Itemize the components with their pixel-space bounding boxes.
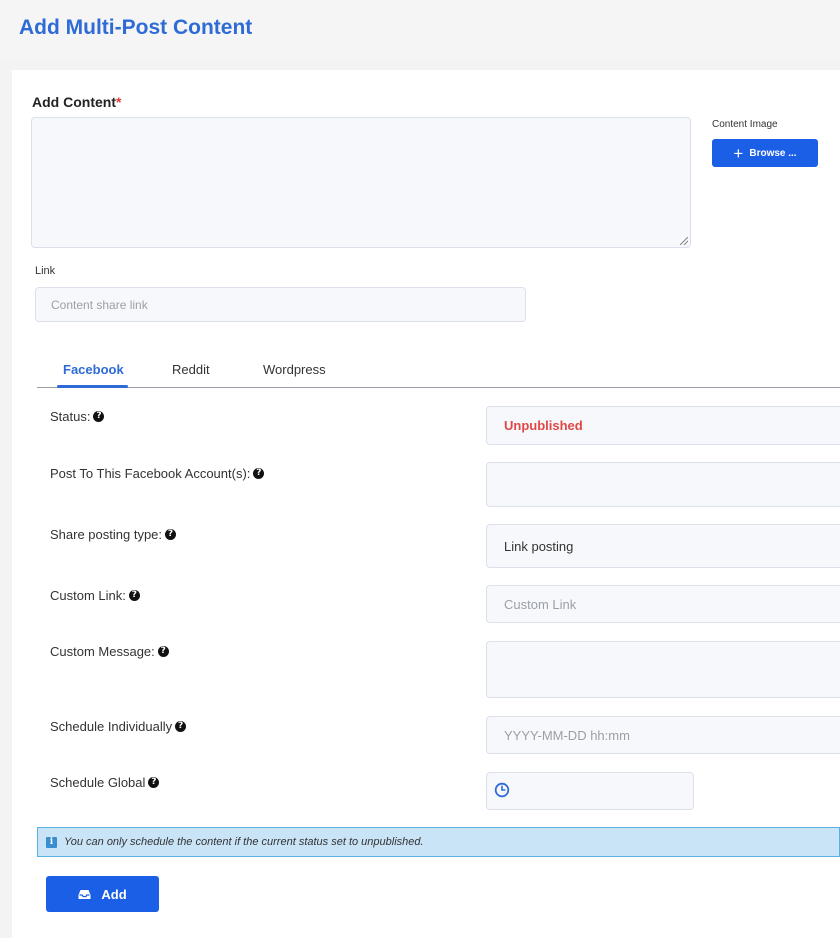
add-button[interactable]: Add [46,876,159,912]
required-mark: * [115,94,122,110]
page-header: Add Multi-Post Content [0,0,840,60]
plus-icon: + [733,143,744,163]
share-posting-type-label: Share posting type: ? [50,527,177,542]
tab-reddit[interactable]: Reddit [172,362,210,377]
question-circle-icon[interactable]: ? [175,721,187,732]
schedule-global-label-text: Schedule Global [50,775,146,790]
question-circle-icon[interactable]: ? [157,646,169,657]
custom-message-label: Custom Message: ? [50,644,169,659]
facebook-accounts-label: Post To This Facebook Account(s): ? [50,466,265,481]
custom-link-label-text: Custom Link: [50,588,126,603]
page-title: Add Multi-Post Content [19,16,253,39]
status-select[interactable]: Unpublished [486,406,840,445]
schedule-individually-input[interactable]: YYYY-MM-DD hh:mm [486,716,840,754]
custom-message-label-text: Custom Message: [50,644,155,659]
question-circle-icon[interactable]: ? [148,777,160,788]
content-share-link-input[interactable]: Content share link [35,287,526,322]
schedule-info-alert: i You can only schedule the content if t… [37,827,840,857]
add-button-label: Add [101,886,127,902]
share-posting-type-label-text: Share posting type: [50,527,163,542]
browse-button[interactable]: + Browse ... [712,139,818,167]
schedule-individually-label: Schedule Individually ? [50,719,187,734]
content-form-card: Add Content* Content Image + Browse ... … [12,70,840,938]
add-content-label: Add Content* [32,94,121,110]
inbox-icon [78,889,91,899]
facebook-accounts-select[interactable] [486,462,840,507]
tab-wordpress[interactable]: Wordpress [263,362,326,377]
share-posting-type-select[interactable]: Link posting [486,524,840,568]
question-circle-icon[interactable]: ? [253,468,265,479]
schedule-global-input[interactable] [486,772,694,810]
custom-message-textarea[interactable] [486,641,840,698]
status-label: Status: ? [50,409,105,424]
link-label: Link [35,265,56,277]
facebook-accounts-label-text: Post To This Facebook Account(s): [50,466,251,481]
add-content-label-text: Add Content [32,94,116,110]
schedule-individually-label-text: Schedule Individually [50,719,173,734]
content-image-label: Content Image [712,119,778,130]
info-icon: i [46,836,57,848]
custom-link-input[interactable]: Custom Link [486,585,840,623]
active-tab-indicator [57,385,128,388]
clock-icon[interactable] [494,782,510,798]
resize-grip-icon[interactable] [680,237,688,245]
question-circle-icon[interactable]: ? [128,590,140,601]
status-label-text: Status: [50,409,91,424]
schedule-global-label: Schedule Global? [50,775,160,790]
question-circle-icon[interactable]: ? [165,529,177,540]
tab-facebook[interactable]: Facebook [63,362,124,377]
platform-tabs: Facebook Reddit Wordpress [37,352,840,388]
custom-link-label: Custom Link: ? [50,588,140,603]
content-textarea[interactable] [31,117,691,248]
question-circle-icon[interactable]: ? [93,411,105,422]
schedule-info-message: You can only schedule the content if the… [64,836,424,848]
browse-button-label: Browse ... [749,147,797,159]
